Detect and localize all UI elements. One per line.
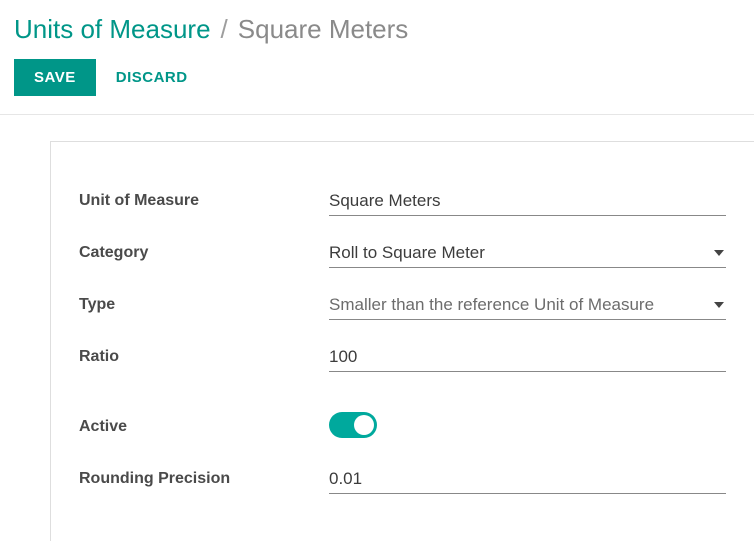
select-type[interactable]: Smaller than the reference Unit of Measu… (329, 291, 726, 320)
form-card: Unit of Measure Category Roll to Square … (50, 141, 754, 541)
label-category: Category (79, 244, 329, 262)
select-type-value: Smaller than the reference Unit of Measu… (329, 291, 726, 320)
breadcrumb-current: Square Meters (238, 14, 409, 45)
toggle-knob (354, 415, 374, 435)
label-type: Type (79, 296, 329, 314)
label-ratio: Ratio (79, 348, 329, 366)
save-button[interactable]: Save (14, 59, 96, 96)
input-rounding-precision[interactable] (329, 465, 726, 494)
input-unit-of-measure[interactable] (329, 187, 726, 216)
breadcrumb: Units of Measure / Square Meters (14, 14, 740, 45)
label-rounding-precision: Rounding Precision (79, 470, 329, 488)
label-active: Active (79, 418, 329, 436)
toggle-active[interactable] (329, 412, 377, 438)
select-category[interactable]: Roll to Square Meter (329, 239, 726, 268)
select-category-value: Roll to Square Meter (329, 239, 726, 268)
input-ratio[interactable] (329, 343, 726, 372)
label-unit-of-measure: Unit of Measure (79, 192, 329, 210)
breadcrumb-separator: / (221, 14, 228, 45)
discard-button[interactable]: Discard (116, 69, 188, 86)
breadcrumb-parent-link[interactable]: Units of Measure (14, 14, 211, 45)
action-bar: Save Discard (14, 59, 740, 114)
